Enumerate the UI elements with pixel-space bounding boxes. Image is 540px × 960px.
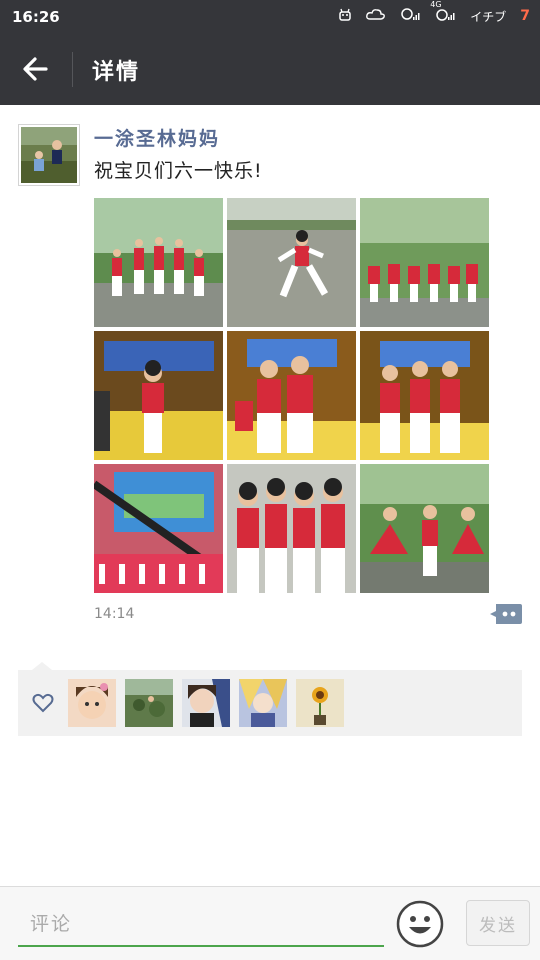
likes-caret	[32, 662, 52, 670]
photo-3[interactable]	[360, 198, 489, 327]
comment-bar	[0, 886, 540, 960]
cloud-icon	[366, 8, 386, 24]
status-bar: 16:26 4G イチブ 7	[0, 0, 540, 34]
battery-level: 7	[520, 8, 530, 24]
post-text: 祝宝贝们六一快乐!	[94, 160, 263, 182]
page-title: 详情	[92, 60, 141, 85]
liker-avatar-4[interactable]	[239, 679, 287, 727]
status-icons: 4G イチブ 7	[338, 0, 530, 26]
post-time: 14:14	[94, 606, 135, 622]
photo-8[interactable]	[227, 464, 356, 593]
photo-5[interactable]	[227, 331, 356, 460]
comment-input[interactable]	[18, 903, 384, 947]
header-divider	[72, 52, 73, 87]
carrier-label: イチブ	[470, 9, 507, 24]
network-4g-icon: 4G	[430, 0, 456, 26]
liker-avatar-3[interactable]	[182, 679, 230, 727]
liker-avatar-2[interactable]	[125, 679, 173, 727]
photo-grid	[94, 198, 490, 593]
likes-panel	[18, 662, 522, 736]
author-avatar[interactable]	[18, 124, 80, 186]
signal-icon	[400, 6, 420, 26]
smiley-icon[interactable]	[396, 900, 444, 948]
network-label: 4G	[430, 0, 442, 9]
heart-icon	[32, 693, 54, 713]
photo-1[interactable]	[94, 198, 223, 327]
liker-avatar-1[interactable]	[68, 679, 116, 727]
send-button[interactable]: 发送	[466, 900, 530, 946]
photo-7[interactable]	[94, 464, 223, 593]
author-name[interactable]: 一涂圣林妈妈	[94, 124, 220, 151]
status-time: 16:26	[12, 8, 60, 26]
title-bar: 详情	[0, 34, 540, 105]
comment-dots-icon[interactable]	[490, 602, 522, 626]
photo-4[interactable]	[94, 331, 223, 460]
photo-6[interactable]	[360, 331, 489, 460]
arrow-left-icon[interactable]	[20, 54, 54, 84]
liker-avatar-5[interactable]	[296, 679, 344, 727]
photo-9[interactable]	[360, 464, 489, 593]
android-icon	[338, 7, 352, 25]
photo-2[interactable]	[227, 198, 356, 327]
